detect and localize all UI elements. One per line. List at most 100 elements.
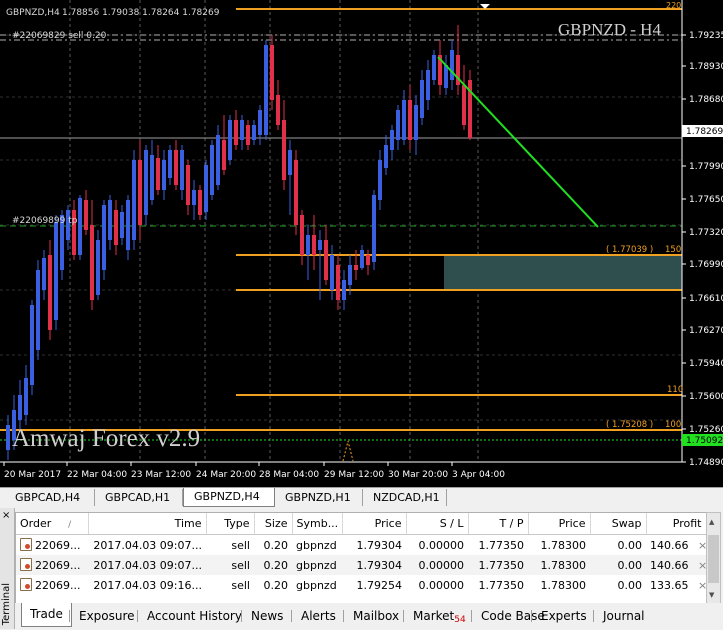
column-header-price[interactable]: Price xyxy=(528,513,591,535)
terminal-tab-mailbox[interactable]: Mailbox xyxy=(345,606,407,626)
chart-header-symbol: GBPNZD,H4 xyxy=(6,8,60,18)
tab-separator xyxy=(593,610,594,622)
price-tick-label: 1.79235 xyxy=(689,31,723,41)
terminal-tabs: Trade Exposure Account History News Alerts Ma… xyxy=(15,603,723,629)
candle xyxy=(282,100,286,190)
column-header-order[interactable]: Order / xyxy=(16,513,89,535)
price-tick-label: 1.78680 xyxy=(689,95,723,105)
candle xyxy=(228,115,232,165)
candle xyxy=(360,245,364,270)
candle xyxy=(108,195,112,250)
candle xyxy=(234,110,238,150)
terminal-tab-exposure[interactable]: Exposure xyxy=(71,606,143,626)
terminal-tab-news[interactable]: News xyxy=(243,606,291,626)
order-sell-icon xyxy=(20,538,32,551)
column-header-profit[interactable]: Profit xyxy=(646,513,706,535)
table-row[interactable]: 22069... 2017.04.03 09:16... sell 0.20 gbpnz… xyxy=(16,575,706,595)
close-icon[interactable]: × xyxy=(2,510,10,521)
target-zone xyxy=(444,255,682,290)
candle xyxy=(144,145,148,225)
level-top-label: 220 xyxy=(666,1,681,10)
chart-title: GBPNZD - H4 xyxy=(558,20,661,39)
price-tick-label: 1.76270 xyxy=(689,326,723,336)
candle xyxy=(42,250,46,300)
candle xyxy=(408,85,412,150)
chart-tab-gbpnzd-h4[interactable]: GBPNZD,H4 xyxy=(183,488,275,507)
time-tick-label: 29 Mar 12:00 xyxy=(324,470,384,480)
table-scrollbar[interactable]: ▲ ▼ xyxy=(706,512,721,604)
terminal-panel: × Terminal Order / Time Type Size Symb... Pri… xyxy=(0,508,723,629)
candle xyxy=(102,200,106,280)
cell-time: 2017.04.03 09:07... xyxy=(93,538,202,552)
terminal-tab-experts[interactable]: Experts xyxy=(533,606,595,626)
cell-symb: gbpnzd xyxy=(296,578,337,592)
terminal-tab-trade[interactable]: Trade xyxy=(21,603,72,627)
tab-separator xyxy=(471,610,472,622)
candle xyxy=(246,120,250,150)
column-header-t---p[interactable]: T / P xyxy=(468,513,529,535)
scroll-down-icon[interactable]: ▼ xyxy=(709,591,714,599)
cell-size: 0.20 xyxy=(263,578,289,592)
close-order-icon[interactable]: × xyxy=(695,559,706,572)
column-header-swap[interactable]: Swap xyxy=(590,513,647,535)
candle xyxy=(48,240,52,340)
scroll-up-icon[interactable]: ▲ xyxy=(709,518,714,526)
level-100-label: 100 xyxy=(665,420,681,430)
chart-canvas[interactable]: 1.79235 1.78930 1.78680 1.78269 1.77990 1.776… xyxy=(0,0,723,487)
trend-line[interactable] xyxy=(437,56,599,228)
candle xyxy=(396,105,400,150)
column-header-time[interactable]: Time xyxy=(88,513,207,535)
cell-price: 1.79304 xyxy=(356,538,403,552)
column-header-size[interactable]: Size xyxy=(254,513,293,535)
candle xyxy=(36,260,40,360)
price-chart[interactable]: 1.79235 1.78930 1.78680 1.78269 1.77990 1.776… xyxy=(0,0,723,487)
chart-tab-nzdcad-h1[interactable]: NZDCAD,H1 xyxy=(363,489,447,506)
terminal-tab-alerts[interactable]: Alerts xyxy=(293,606,344,626)
column-header-type[interactable]: Type xyxy=(206,513,255,535)
time-tick-label: 22 Mar 04:00 xyxy=(67,470,127,480)
terminal-tab-account-history[interactable]: Account History xyxy=(139,606,250,626)
chart-tab-gbpcad-h4[interactable]: GBPCAD,H4 xyxy=(5,489,95,506)
column-header-symb---[interactable]: Symb... xyxy=(292,513,343,535)
order-sell-icon xyxy=(20,558,32,571)
candle xyxy=(198,185,202,220)
candle xyxy=(72,200,76,260)
price-tick-label: 1.77650 xyxy=(689,195,723,205)
level-100-price: ( 1.75208 ) xyxy=(606,420,653,430)
sort-indicator-icon: / xyxy=(65,520,72,530)
close-order-icon[interactable]: × xyxy=(695,539,706,552)
column-header-s---l[interactable]: S / L xyxy=(406,513,469,535)
candle xyxy=(54,215,58,330)
chart-tab-gbpcad-h1[interactable]: GBPCAD,H1 xyxy=(95,489,183,506)
candle xyxy=(126,195,130,260)
candle xyxy=(96,230,100,300)
terminal-tab-market[interactable]: Market54 xyxy=(405,606,474,626)
cell-time: 2017.04.03 09:16... xyxy=(93,578,202,592)
order-sell-icon xyxy=(20,578,32,591)
cell-tp: 1.77350 xyxy=(478,538,525,552)
cell-price: 1.79254 xyxy=(356,578,403,592)
price-tick-label: 1.76990 xyxy=(689,260,723,270)
level-150-price: ( 1.77039 ) xyxy=(606,245,653,255)
candle xyxy=(324,225,328,285)
cell-time: 2017.04.03 09:07... xyxy=(88,555,206,575)
chart-header-ohlc: 1.78856 1.79038 1.78264 1.78269 xyxy=(62,8,220,18)
candle xyxy=(432,50,436,85)
candle xyxy=(18,380,22,430)
candle xyxy=(132,150,136,250)
table-row[interactable]: 22069... 2017.04.03 09:07... sell 0.20 gbpnz… xyxy=(16,555,706,575)
price-tick-label: 1.75260 xyxy=(689,425,723,435)
column-header-price[interactable]: Price xyxy=(342,513,407,535)
terminal-tab-journal[interactable]: Journal xyxy=(595,606,653,626)
candle xyxy=(192,180,196,220)
cell-order: 22069... xyxy=(16,535,88,556)
candle xyxy=(288,140,292,215)
chart-tab-gbpnzd-h1[interactable]: GBPNZD,H1 xyxy=(275,489,363,506)
scroll-thumb[interactable] xyxy=(708,535,719,583)
cell-type: sell xyxy=(231,578,250,592)
time-tick-label: 30 Mar 20:00 xyxy=(388,470,448,480)
cell-order: 22069... xyxy=(16,555,88,575)
close-order-icon[interactable]: × xyxy=(695,579,706,592)
table-row[interactable]: 22069... 2017.04.03 09:07... sell 0.20 gbpnz… xyxy=(16,535,706,556)
cell-price: 1.78300 xyxy=(528,555,590,575)
